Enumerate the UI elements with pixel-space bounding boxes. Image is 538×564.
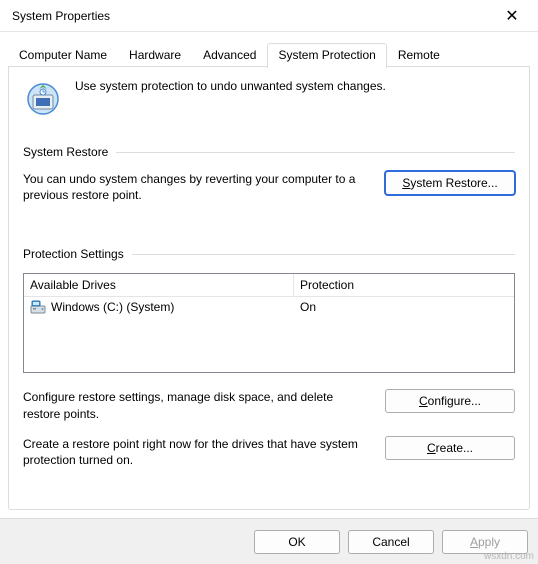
tab-advanced[interactable]: Advanced bbox=[192, 43, 267, 68]
restore-row: You can undo system changes by reverting… bbox=[23, 171, 515, 203]
drive-protection-value: On bbox=[300, 300, 508, 314]
configure-button[interactable]: Configure... bbox=[385, 389, 515, 413]
tab-label: Computer Name bbox=[19, 48, 107, 62]
spacer bbox=[23, 217, 515, 241]
dialog-footer: OK Cancel Apply bbox=[0, 518, 538, 564]
system-properties-window: System Properties ✕ Computer Name Hardwa… bbox=[0, 0, 538, 564]
tab-label: System Protection bbox=[278, 48, 375, 62]
ok-button[interactable]: OK bbox=[254, 530, 340, 554]
mnemonic: C bbox=[419, 394, 428, 408]
tab-label: Remote bbox=[398, 48, 440, 62]
button-label: OK bbox=[288, 535, 305, 549]
mnemonic: A bbox=[470, 535, 478, 549]
drives-header: Available Drives Protection bbox=[24, 274, 514, 297]
mnemonic: C bbox=[427, 441, 436, 455]
section-header-restore: System Restore bbox=[23, 145, 515, 159]
tab-label: Hardware bbox=[129, 48, 181, 62]
button-label-rest: ystem Restore... bbox=[410, 176, 497, 190]
titlebar: System Properties ✕ bbox=[0, 0, 538, 32]
section-title: System Restore bbox=[23, 145, 108, 159]
button-label-rest: reate... bbox=[436, 441, 473, 455]
tab-hardware[interactable]: Hardware bbox=[118, 43, 192, 68]
tab-panel-system-protection: Use system protection to undo unwanted s… bbox=[8, 67, 530, 510]
section-header-protection: Protection Settings bbox=[23, 247, 515, 261]
close-icon: ✕ bbox=[505, 6, 518, 26]
button-label-rest: pply bbox=[478, 535, 500, 549]
create-row: Create a restore point right now for the… bbox=[23, 436, 515, 468]
tab-label: Advanced bbox=[203, 48, 256, 62]
create-button[interactable]: Create... bbox=[385, 436, 515, 460]
cancel-button[interactable]: Cancel bbox=[348, 530, 434, 554]
tab-strip: Computer Name Hardware Advanced System P… bbox=[0, 32, 538, 67]
drives-list[interactable]: Available Drives Protection Windows bbox=[23, 273, 515, 373]
configure-description: Configure restore settings, manage disk … bbox=[23, 389, 371, 421]
tab-computer-name[interactable]: Computer Name bbox=[8, 43, 118, 68]
configure-row: Configure restore settings, manage disk … bbox=[23, 389, 515, 421]
column-header-drives[interactable]: Available Drives bbox=[24, 274, 294, 296]
drive-icon bbox=[30, 299, 46, 315]
create-description: Create a restore point right now for the… bbox=[23, 436, 371, 468]
drive-row[interactable]: Windows (C:) (System) On bbox=[24, 297, 514, 317]
system-restore-button[interactable]: System Restore... bbox=[385, 171, 515, 195]
restore-description: You can undo system changes by reverting… bbox=[23, 171, 371, 203]
apply-button[interactable]: Apply bbox=[442, 530, 528, 554]
section-divider bbox=[132, 254, 515, 255]
drive-name: Windows (C:) (System) bbox=[51, 300, 174, 314]
section-divider bbox=[116, 152, 515, 153]
window-title: System Properties bbox=[12, 9, 492, 23]
intro-row: Use system protection to undo unwanted s… bbox=[23, 79, 515, 119]
intro-text: Use system protection to undo unwanted s… bbox=[75, 79, 386, 93]
column-header-protection[interactable]: Protection bbox=[294, 274, 514, 296]
button-label: Cancel bbox=[372, 535, 409, 549]
system-protection-icon bbox=[23, 79, 63, 119]
tab-remote[interactable]: Remote bbox=[387, 43, 451, 68]
section-title: Protection Settings bbox=[23, 247, 124, 261]
button-label-rest: onfigure... bbox=[428, 394, 481, 408]
tab-system-protection[interactable]: System Protection bbox=[267, 43, 386, 68]
close-button[interactable]: ✕ bbox=[492, 0, 532, 32]
